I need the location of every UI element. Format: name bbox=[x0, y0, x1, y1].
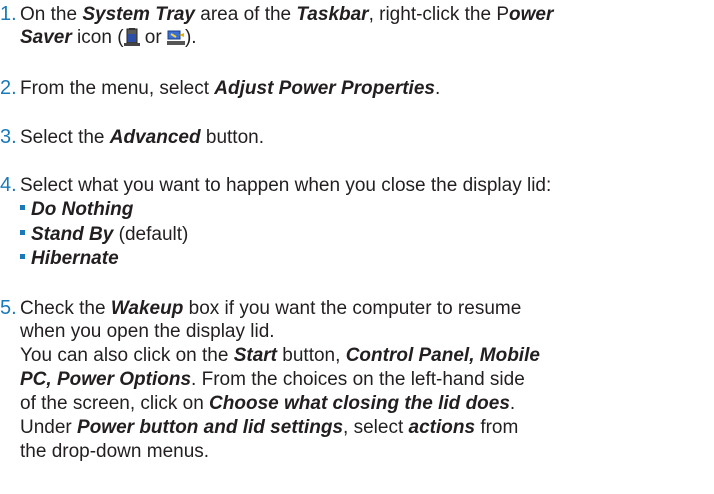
step-3-text: Select the Advanced button. bbox=[20, 127, 264, 148]
step-4-text: Select what you want to happen when you … bbox=[20, 175, 552, 196]
list-item: Hibernate bbox=[20, 247, 119, 270]
plug-power-icon bbox=[166, 28, 185, 52]
step-5-line-6: Under Power button and lid settings, sel… bbox=[20, 417, 519, 438]
step-1-line-1: On the System Tray area of the Taskbar, … bbox=[20, 4, 554, 25]
step-number: 1. bbox=[0, 3, 17, 25]
list-item: Stand By (default) bbox=[20, 223, 188, 246]
step-2-text: From the menu, select Adjust Power Prope… bbox=[20, 78, 441, 99]
step-1-line-2: Saver icon ( or ). bbox=[20, 26, 197, 52]
list-item: Do Nothing bbox=[20, 198, 133, 221]
bullet-icon bbox=[20, 205, 25, 211]
step-5-line-5: of the screen, click on Choose what clos… bbox=[20, 393, 516, 414]
step-number: 5. bbox=[0, 297, 17, 319]
step-5-line-7: the drop-down menus. bbox=[20, 441, 210, 462]
bullet-icon bbox=[20, 230, 25, 236]
step-5-line-1: Check the Wakeup box if you want the com… bbox=[20, 298, 522, 319]
instructions-page: 1. On the System Tray area of the Taskba… bbox=[0, 0, 714, 494]
step-number: 2. bbox=[0, 77, 17, 99]
battery-power-icon bbox=[123, 28, 140, 52]
step-5-line-3: You can also click on the Start button, … bbox=[20, 345, 540, 366]
step-number: 4. bbox=[0, 174, 17, 196]
step-number: 3. bbox=[0, 126, 17, 148]
step-5-line-2: when you open the display lid. bbox=[20, 321, 275, 342]
step-5-line-4: PC, Power Options. From the choices on t… bbox=[20, 369, 525, 390]
bullet-icon bbox=[20, 254, 25, 260]
